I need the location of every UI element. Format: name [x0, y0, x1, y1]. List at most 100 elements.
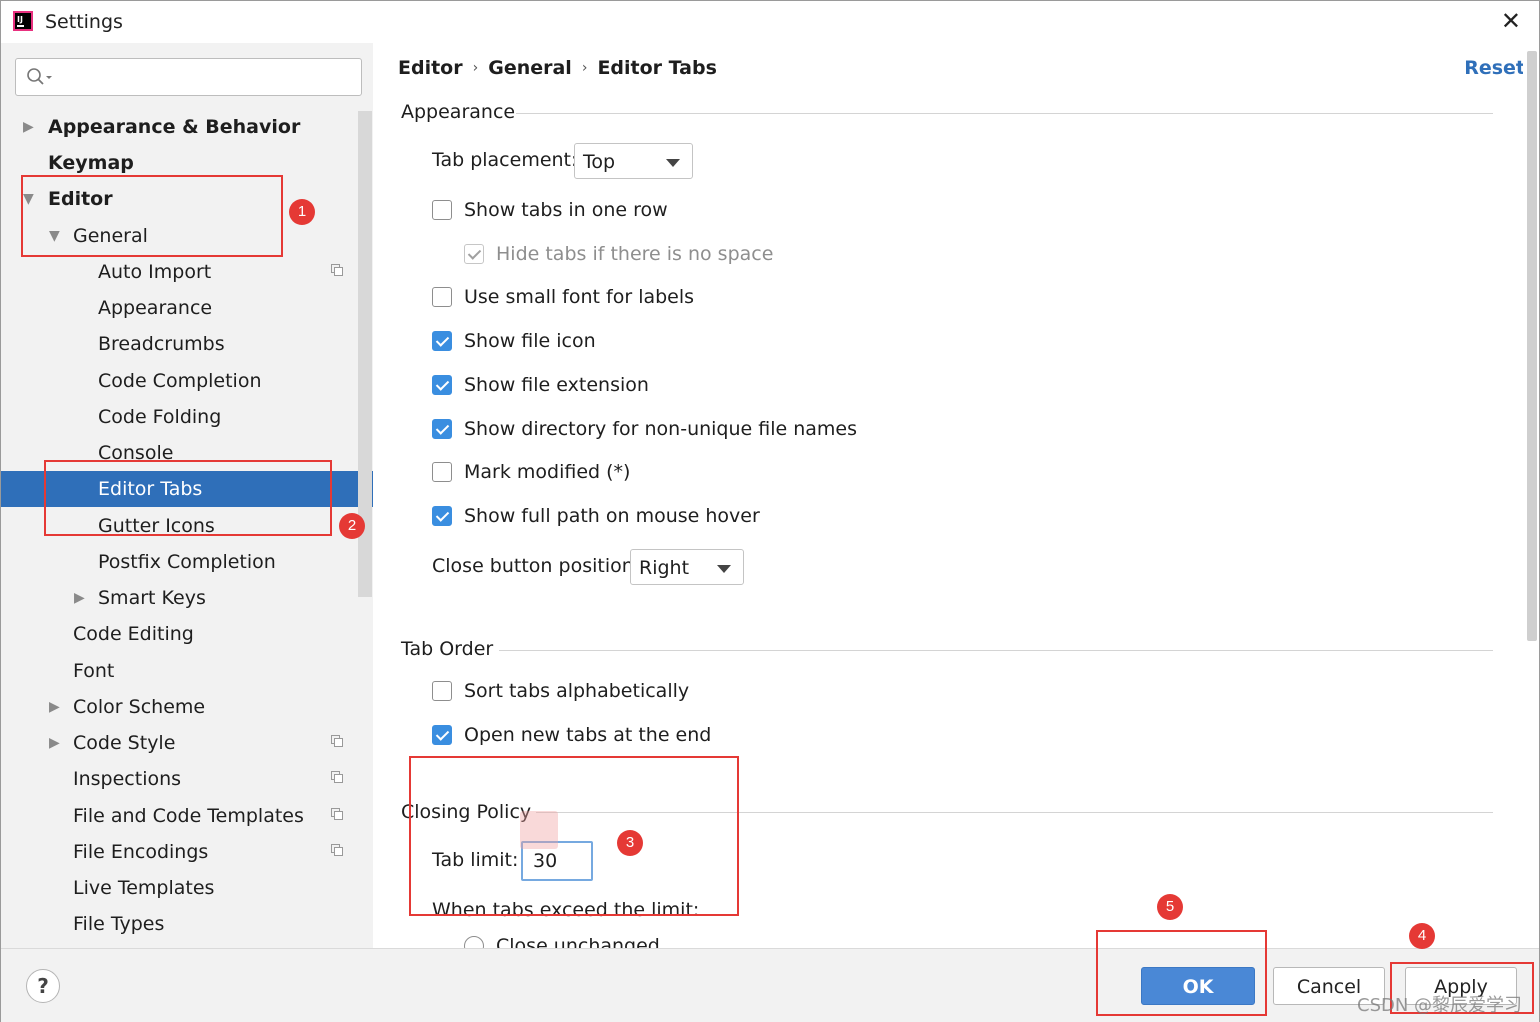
option-label: Show directory for non-unique file names [464, 418, 858, 440]
tree-item-label: Live Templates [73, 877, 215, 899]
tab-placement-row: Tab placement: [432, 149, 577, 171]
search-input[interactable] [15, 58, 362, 96]
settings-sidebar: ▶ Appearance & Behavior Keymap ▼ Editor … [1, 43, 373, 948]
tree-item-postfix-completion[interactable]: Postfix Completion [1, 544, 373, 580]
option-label: Show file icon [464, 330, 596, 352]
chevron-down-icon [666, 159, 680, 167]
chevron-right-icon[interactable]: ▶ [49, 725, 60, 761]
tree-item-editor-tabs[interactable]: Editor Tabs [1, 471, 373, 507]
chevron-right-icon[interactable]: ▶ [23, 109, 34, 145]
tree-item-console[interactable]: Console [1, 435, 373, 471]
close-unchanged-option[interactable]: Close unchanged [464, 935, 660, 948]
close-button-position-value: Right [639, 557, 690, 579]
reset-link[interactable]: Reset [1464, 57, 1525, 79]
help-button[interactable]: ? [26, 969, 60, 1003]
use-small-font-option[interactable]: Use small font for labels [432, 286, 694, 308]
tree-item-breadcrumbs[interactable]: Breadcrumbs [1, 326, 373, 362]
tree-item-appearance[interactable]: Appearance [1, 290, 373, 326]
tree-item-keymap[interactable]: Keymap [1, 145, 373, 181]
scrollbar-thumb[interactable] [1527, 51, 1537, 641]
option-label: Hide tabs if there is no space [496, 243, 774, 265]
close-unchanged-radio[interactable] [464, 936, 484, 948]
magnifier-overlay [520, 811, 558, 849]
project-settings-icon [331, 735, 343, 747]
show-full-path-checkbox[interactable] [432, 506, 452, 526]
breadcrumb-item[interactable]: General [488, 57, 572, 79]
show-tabs-one-row-checkbox[interactable] [432, 200, 452, 220]
section-appearance-heading: Appearance [401, 101, 516, 123]
option-label: Show tabs in one row [464, 199, 668, 221]
show-file-icon-option[interactable]: Show file icon [432, 330, 596, 352]
tree-item-file-code-templates[interactable]: File and Code Templates [1, 798, 373, 834]
annotation-badge-5: 5 [1157, 894, 1183, 920]
project-settings-icon [331, 808, 343, 820]
tab-placement-value: Top [583, 151, 616, 173]
tree-item-gutter-icons[interactable]: Gutter Icons [1, 508, 373, 544]
tree-item-appearance-behavior[interactable]: ▶ Appearance & Behavior [1, 109, 373, 145]
tab-limit-label: Tab limit: [432, 849, 519, 871]
tree-item-font[interactable]: Font [1, 653, 373, 689]
show-tabs-one-row-option[interactable]: Show tabs in one row [432, 199, 668, 221]
tree-item-label: Auto Import [98, 261, 212, 283]
chevron-down-icon[interactable]: ▼ [49, 218, 60, 254]
tab-placement-dropdown[interactable]: Top [574, 143, 693, 179]
tree-item-editor[interactable]: ▼ Editor [1, 181, 373, 217]
tree-item-code-completion[interactable]: Code Completion [1, 363, 373, 399]
tree-item-general[interactable]: ▼ General [1, 218, 373, 254]
show-file-extension-option[interactable]: Show file extension [432, 374, 649, 396]
tree-item-label: Inspections [73, 768, 182, 790]
tree-item-color-scheme[interactable]: ▶ Color Scheme [1, 689, 373, 725]
chevron-down-icon [717, 565, 731, 573]
chevron-right-icon[interactable]: ▶ [74, 580, 85, 616]
chevron-right-icon: › [581, 60, 588, 76]
close-button-position-label: Close button position: [432, 555, 641, 577]
option-label: Mark modified (*) [464, 461, 631, 483]
tree-item-auto-import[interactable]: Auto Import [1, 254, 373, 290]
tree-item-inspections[interactable]: Inspections [1, 761, 373, 797]
open-new-tabs-end-option[interactable]: Open new tabs at the end [432, 724, 711, 746]
dialog-footer: ? OK Cancel Apply [1, 948, 1539, 1022]
close-button-position-dropdown[interactable]: Right [630, 549, 744, 585]
tree-item-code-style[interactable]: ▶ Code Style [1, 725, 373, 761]
hide-tabs-no-space-checkbox[interactable] [464, 244, 484, 264]
show-full-path-option[interactable]: Show full path on mouse hover [432, 505, 760, 527]
exceed-limit-label: When tabs exceed the limit: [432, 899, 700, 921]
mark-modified-checkbox[interactable] [432, 462, 452, 482]
watermark: CSDN @黎辰爱学习 [1357, 995, 1523, 1016]
tree-item-label: Appearance & Behavior [48, 116, 301, 138]
chevron-down-icon[interactable]: ▼ [23, 181, 34, 217]
tree-item-label: File and Code Templates [73, 805, 304, 827]
show-file-extension-checkbox[interactable] [432, 375, 452, 395]
annotation-badge-4: 4 [1409, 923, 1435, 949]
show-file-icon-checkbox[interactable] [432, 331, 452, 351]
sort-alphabetically-checkbox[interactable] [432, 681, 452, 701]
show-directory-checkbox[interactable] [432, 419, 452, 439]
use-small-font-checkbox[interactable] [432, 287, 452, 307]
tree-item-smart-keys[interactable]: ▶ Smart Keys [1, 580, 373, 616]
mark-modified-option[interactable]: Mark modified (*) [432, 461, 630, 483]
tree-item-label: File Types [73, 913, 165, 935]
tree-item-label: General [73, 225, 148, 247]
tree-item-code-editing[interactable]: Code Editing [1, 616, 373, 652]
title-bar: IJ Settings ✕ [1, 1, 1539, 43]
tree-item-label: Editor [48, 188, 113, 210]
open-new-tabs-end-checkbox[interactable] [432, 725, 452, 745]
show-directory-option[interactable]: Show directory for non-unique file names [432, 418, 857, 440]
chevron-right-icon[interactable]: ▶ [49, 689, 60, 725]
option-label: Open new tabs at the end [464, 724, 712, 746]
option-label: Show file extension [464, 374, 649, 396]
close-icon[interactable]: ✕ [1501, 7, 1521, 35]
tree-item-live-templates[interactable]: Live Templates [1, 870, 373, 906]
hide-tabs-no-space-option[interactable]: Hide tabs if there is no space [464, 243, 773, 265]
tree-item-file-encodings[interactable]: File Encodings [1, 834, 373, 870]
tree-item-code-folding[interactable]: Code Folding [1, 399, 373, 435]
ok-button[interactable]: OK [1141, 967, 1255, 1005]
window-title: Settings [45, 11, 123, 33]
tree-item-file-types[interactable]: File Types [1, 906, 373, 942]
sort-alphabetically-option[interactable]: Sort tabs alphabetically [432, 680, 689, 702]
breadcrumb-item: Editor Tabs [597, 57, 717, 79]
content-scrollbar[interactable] [1523, 43, 1539, 653]
option-label: Sort tabs alphabetically [464, 680, 690, 702]
breadcrumb-item[interactable]: Editor [398, 57, 463, 79]
settings-window: IJ Settings ✕ ▶ Appearance & Behavior Ke… [0, 0, 1540, 1022]
